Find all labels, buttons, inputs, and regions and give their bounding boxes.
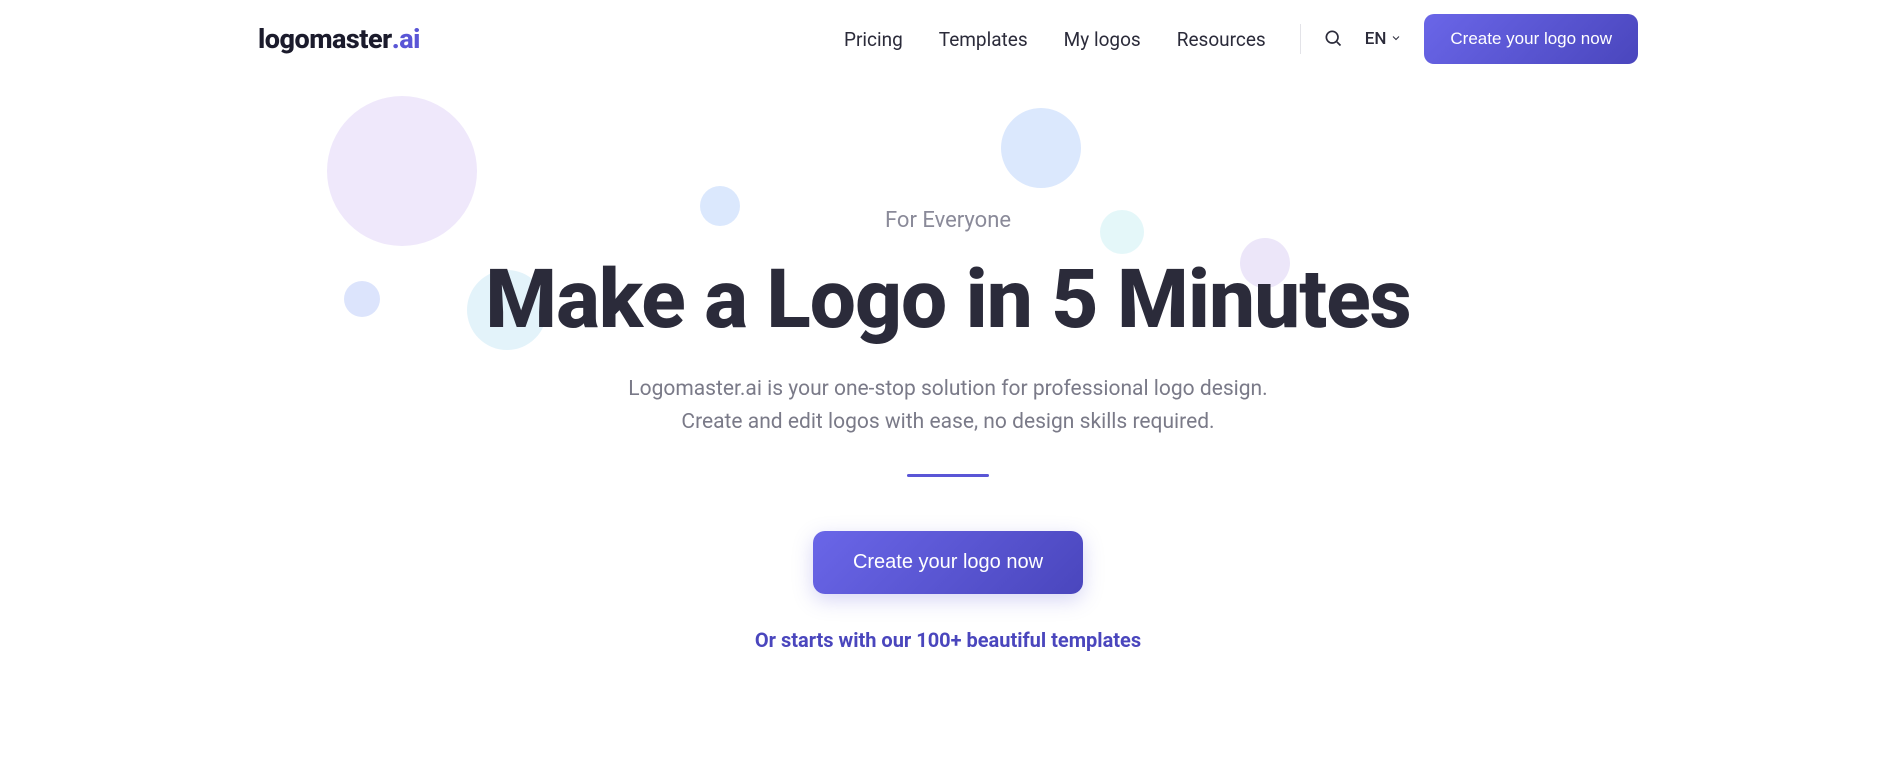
divider [1300, 24, 1301, 54]
logo-dot: . [392, 23, 400, 55]
nav-resources[interactable]: Resources [1177, 28, 1266, 51]
language-label: EN [1365, 29, 1387, 49]
main-nav: Pricing Templates My logos Resources [844, 28, 1266, 51]
hero-subtitle-line2: Create and edit logos with ease, no desi… [0, 406, 1896, 439]
nav-my-logos[interactable]: My logos [1064, 28, 1141, 51]
site-header: logomaster.ai Pricing Templates My logos… [258, 0, 1638, 78]
hero-underline [907, 474, 989, 477]
chevron-down-icon [1390, 29, 1402, 49]
search-button[interactable] [1323, 28, 1343, 51]
language-selector[interactable]: EN [1365, 29, 1403, 49]
hero-eyebrow: For Everyone [0, 208, 1896, 233]
hero-subtitle-line1: Logomaster.ai is your one-stop solution … [0, 373, 1896, 406]
nav-templates[interactable]: Templates [939, 28, 1028, 51]
header-actions: EN Create your logo now [1300, 14, 1638, 64]
logo-suffix: ai [399, 23, 420, 55]
logo-main: logomaster [258, 23, 392, 55]
hero-section: For Everyone Make a Logo in 5 Minutes Lo… [0, 78, 1896, 652]
search-icon [1323, 28, 1343, 51]
templates-link[interactable]: Or starts with our 100+ beautiful templa… [0, 628, 1896, 652]
nav-pricing[interactable]: Pricing [844, 28, 903, 51]
header-right: Pricing Templates My logos Resources EN … [844, 14, 1638, 64]
header-cta-button[interactable]: Create your logo now [1424, 14, 1638, 64]
hero-title: Make a Logo in 5 Minutes [0, 257, 1896, 343]
site-logo[interactable]: logomaster.ai [258, 23, 420, 55]
hero-cta-button[interactable]: Create your logo now [813, 531, 1083, 594]
